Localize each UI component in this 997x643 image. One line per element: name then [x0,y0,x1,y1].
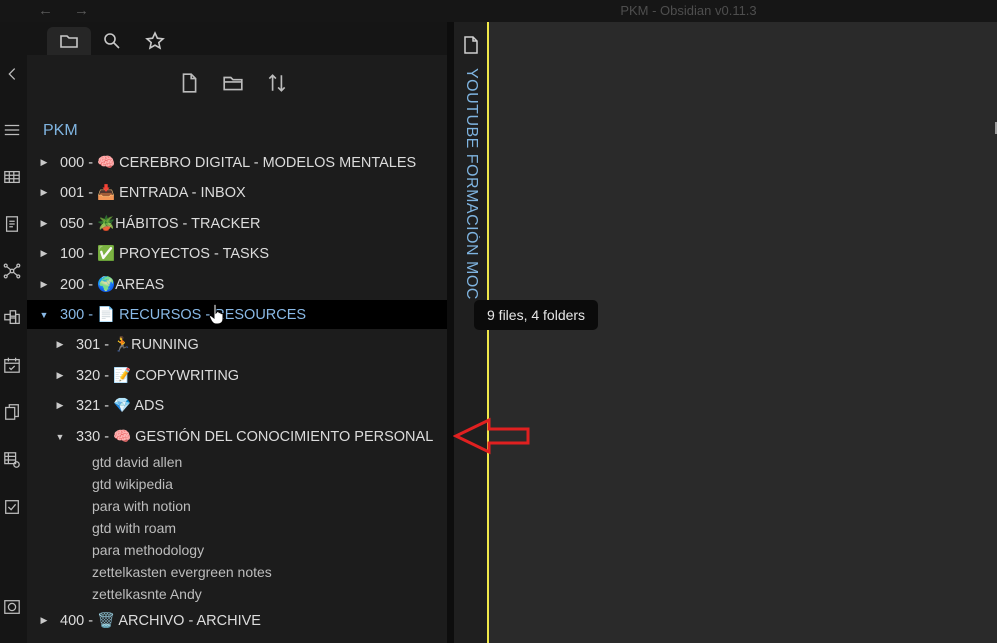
folder-label: 321 - 💎 ADS [76,398,165,414]
folder-item[interactable]: ▶ 001 - 📥 ENTRADA - INBOX [27,178,447,207]
new-note-icon [182,73,197,93]
caret-right-icon: ▶ [40,615,48,625]
sort-icon [268,74,286,92]
kanban-icon[interactable] [2,308,22,328]
folder-item[interactable]: ▼ 330 - 🧠 GESTIÓN DEL CONOCIMIENTO PERSO… [27,422,447,451]
folder-count-tooltip: 9 files, 4 folders [474,300,599,330]
star-icon [145,31,165,50]
table-settings-icon[interactable] [2,450,22,470]
file-item[interactable]: zettelkasten evergreen notes [92,564,272,580]
vault-name[interactable]: PKM [43,122,78,140]
caret-right-icon: ▶ [56,339,64,349]
sidebar-resize-handle[interactable] [447,22,454,643]
folder-item[interactable]: ▶ 200 - 🌍AREAS [27,270,447,299]
new-folder-icon [223,76,243,91]
file-item[interactable]: para methodology [92,542,204,558]
hand-cursor-icon [208,303,224,325]
file-item[interactable]: gtd wikipedia [92,476,173,492]
file-explorer-sidebar: PKM ▶ 000 - 🧠 CEREBRO DIGITAL - MODELOS … [27,22,447,643]
collapse-chevron-icon[interactable] [2,64,22,84]
folder-label: 050 - 🪴HÁBITOS - TRACKER [60,216,261,232]
folder-label: 000 - 🧠 CEREBRO DIGITAL - MODELOS MENTAL… [60,155,417,171]
document-icon [464,36,478,54]
caret-right-icon: ▶ [40,279,48,289]
left-ribbon [0,22,27,643]
folder-item[interactable]: ▶ 100 - ✅ PROYECTOS - TASKS [27,239,447,268]
folder-item[interactable]: ▶ 000 - 🧠 CEREBRO DIGITAL - MODELOS MENT… [27,148,447,177]
caret-down-icon: ▼ [55,431,65,442]
folder-item-selected[interactable]: ▼ 300 - 📄 RECURSOS - RESOURCES [27,300,447,329]
file-item[interactable]: gtd with roam [92,520,176,536]
copy-icon[interactable] [2,402,22,422]
highlight-line [487,22,489,643]
folder-label: 300 - 📄 RECURSOS - RESOURCES [60,307,307,323]
caret-down-icon: ▼ [39,309,49,320]
calendar-icon[interactable] [2,355,22,375]
file-item[interactable]: zettelkasnte Andy [92,586,202,602]
caret-right-icon: ▶ [40,248,48,258]
folder-label: 001 - 📥 ENTRADA - INBOX [60,185,246,201]
folder-item[interactable]: ▶ 301 - 🏃RUNNING [27,330,447,359]
sidebar-tab-strip [27,22,447,55]
file-item[interactable]: gtd david allen [92,454,182,470]
caret-right-icon: ▶ [40,157,48,167]
sort-button[interactable] [265,70,289,96]
folder-label: 400 - 🗑️ ARCHIVO - ARCHIVE [60,613,261,629]
annotation-arrow-icon [453,417,530,455]
folder-item[interactable]: ▶ 321 - 💎 ADS [27,391,447,420]
title-bar: ← → PKM - Obsidian v0.11.3 [0,0,997,22]
document-list-icon[interactable] [2,214,22,234]
graph-view-icon[interactable] [2,261,22,281]
caret-right-icon: ▶ [56,400,64,410]
note-title-vertical[interactable]: YOUTUBE FORMACIÓN MOC [462,68,480,308]
checkbox-icon[interactable] [2,497,22,517]
explorer-toolbar [177,70,289,100]
new-note-button[interactable] [177,70,201,96]
folder-label: 200 - 🌍AREAS [60,277,165,293]
window-title: PKM - Obsidian v0.11.3 [620,3,757,18]
folder-label: 301 - 🏃RUNNING [76,337,199,353]
folder-label: 330 - 🧠 GESTIÓN DEL CONOCIMIENTO PERSONA… [76,429,434,445]
folder-label: 320 - 📝 COPYWRITING [76,368,240,384]
caret-right-icon: ▶ [40,218,48,228]
menu-icon[interactable] [2,120,22,140]
tab-file-explorer[interactable] [47,27,91,55]
file-item[interactable]: para with notion [92,498,191,514]
folder-label: 100 - ✅ PROYECTOS - TASKS [60,246,270,262]
collapsed-note-tab[interactable]: YOUTUBE FORMACIÓN MOC [454,22,488,643]
folder-item[interactable]: ▶ 400 - 🗑️ ARCHIVO - ARCHIVE [27,606,447,635]
tab-starred[interactable] [133,27,177,55]
tab-search[interactable] [90,27,134,55]
folder-icon [60,35,78,48]
caret-right-icon: ▶ [56,370,64,380]
caret-right-icon: ▶ [40,187,48,197]
table-icon[interactable] [2,167,22,187]
new-folder-button[interactable] [221,70,245,96]
folder-item[interactable]: ▶ 050 - 🪴HÁBITOS - TRACKER [27,209,447,238]
search-icon [104,33,120,49]
folder-item[interactable]: ▶ 320 - 📝 COPYWRITING [27,361,447,390]
main-pane: YOUTUBE FORMACIÓN MOC [454,22,997,643]
vault-icon[interactable] [2,597,22,617]
